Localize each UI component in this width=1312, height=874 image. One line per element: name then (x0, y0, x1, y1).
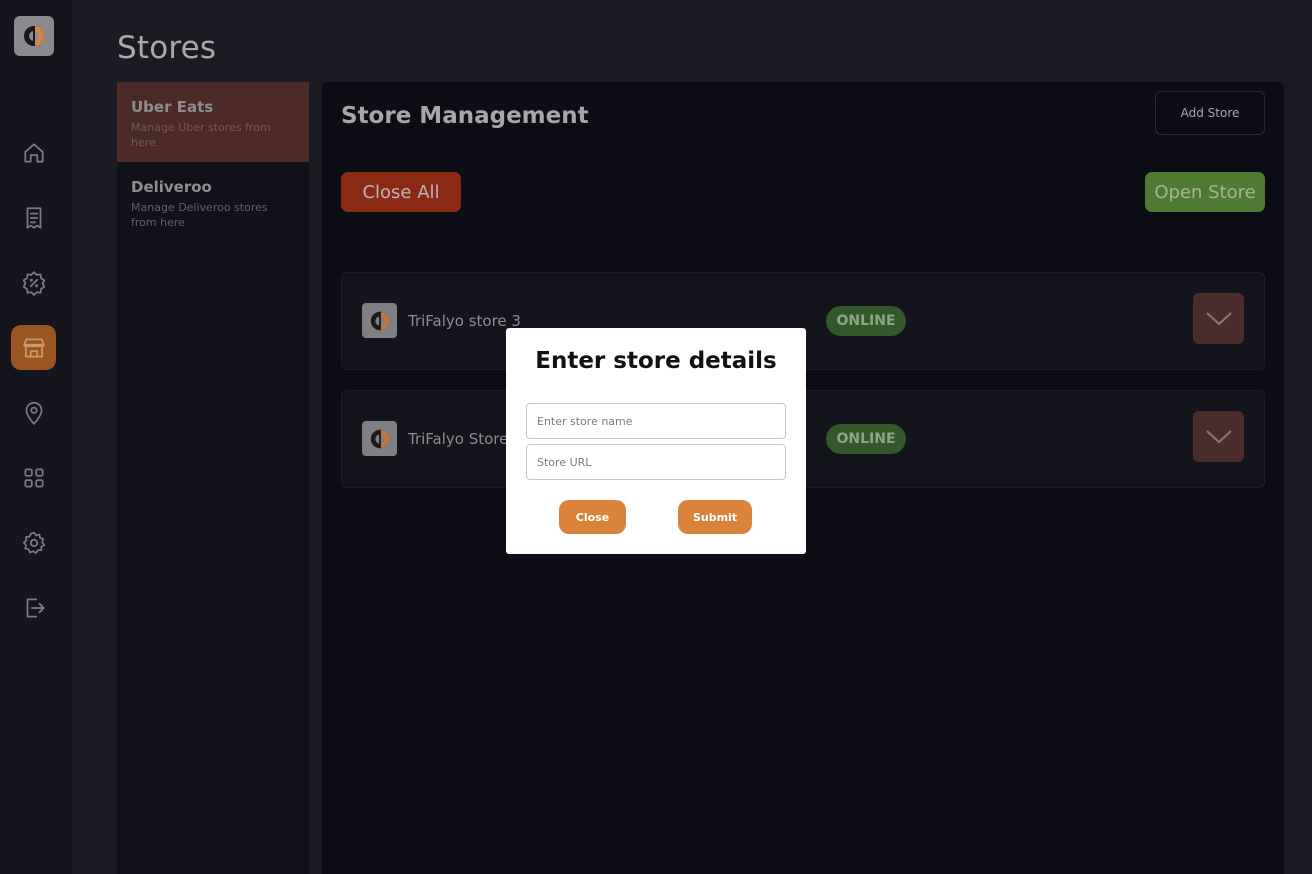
modal-submit-button[interactable]: Submit (678, 500, 752, 534)
section-title: Store Management (341, 103, 589, 129)
store-name: TriFalyo store 3 (408, 312, 521, 330)
rail-apps[interactable] (11, 455, 56, 500)
expand-store-button[interactable] (1193, 411, 1244, 462)
close-all-button[interactable]: Close All (341, 172, 461, 212)
store-name-input[interactable] (526, 403, 786, 439)
platform-description: Manage Uber stores from here (131, 121, 271, 149)
logout-icon (26, 597, 45, 618)
brand-logo-icon[interactable] (14, 16, 54, 56)
receipt-icon (26, 206, 41, 229)
home-icon (23, 142, 44, 163)
store-logo-icon (362, 421, 397, 456)
gear-icon (22, 531, 45, 554)
platform-name: Uber Eats (131, 98, 214, 116)
platform-name: Deliveroo (131, 178, 212, 196)
add-store-button[interactable]: Add Store (1155, 91, 1265, 135)
platform-list: Uber Eats Manage Uber stores from here D… (117, 82, 309, 874)
modal-close-button[interactable]: Close (559, 500, 626, 534)
rail-settings[interactable] (11, 520, 56, 565)
status-badge: ONLINE (826, 424, 906, 454)
icon-rail (0, 0, 72, 874)
open-store-button[interactable]: Open Store (1145, 172, 1265, 212)
rail-stores[interactable] (11, 325, 56, 370)
grid-icon (23, 467, 44, 488)
status-badge: ONLINE (826, 306, 906, 336)
platform-description: Manage Deliveroo stores from here (131, 201, 268, 229)
expand-store-button[interactable] (1193, 293, 1244, 344)
rail-home[interactable] (11, 130, 56, 175)
store-name: TriFalyo Store (408, 430, 509, 448)
store-details-modal: Enter store details Close Submit (506, 328, 806, 554)
rail-promotions[interactable] (11, 260, 56, 305)
store-logo-icon (362, 303, 397, 338)
rail-logout[interactable] (11, 585, 56, 630)
platform-item-uber-eats[interactable]: Uber Eats Manage Uber stores from here (117, 82, 309, 162)
store-url-input[interactable] (526, 444, 786, 480)
modal-title: Enter store details (535, 348, 777, 374)
rail-locations[interactable] (11, 390, 56, 435)
chevron-down-icon (1205, 429, 1232, 443)
rail-orders[interactable] (11, 195, 56, 240)
page-title: Stores (117, 30, 217, 66)
store-icon (22, 337, 45, 358)
chevron-down-icon (1205, 311, 1232, 325)
platform-item-deliveroo[interactable]: Deliveroo Manage Deliveroo stores from h… (117, 162, 309, 242)
location-pin-icon (25, 401, 42, 425)
discount-badge-icon (22, 270, 45, 296)
